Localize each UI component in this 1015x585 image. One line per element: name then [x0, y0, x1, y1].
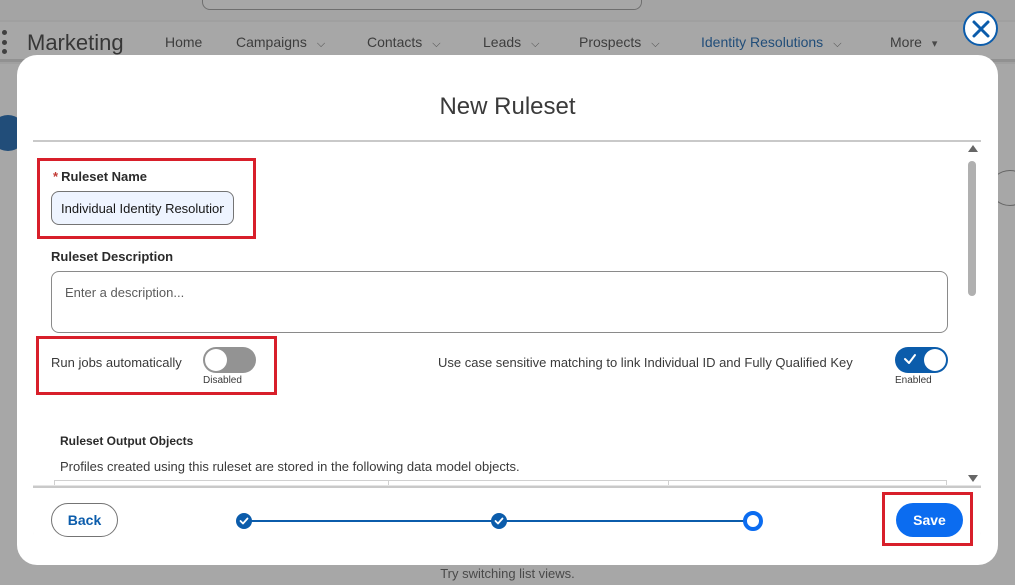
case-sensitive-label: Use case sensitive matching to link Indi… — [438, 355, 853, 370]
scroll-thumb[interactable] — [968, 161, 976, 296]
scroll-down-arrow-icon[interactable] — [968, 475, 978, 482]
ruleset-description-label: Ruleset Description — [51, 249, 174, 264]
output-objects-title: Ruleset Output Objects — [60, 434, 194, 448]
ruleset-name-input[interactable] — [51, 191, 234, 225]
run-jobs-toggle[interactable] — [203, 347, 256, 373]
new-ruleset-modal: New Ruleset *Ruleset Name Ruleset Descri… — [17, 55, 998, 565]
scroll-up-arrow-icon[interactable] — [968, 145, 978, 152]
close-icon — [972, 20, 989, 37]
check-icon — [239, 517, 249, 525]
ruleset-name-label-text: Ruleset Name — [61, 169, 148, 184]
toggle-knob — [924, 349, 946, 371]
required-mark: * — [53, 169, 59, 184]
progress-step-complete — [236, 513, 252, 529]
progress-step-current — [743, 511, 763, 531]
modal-title: New Ruleset — [439, 93, 576, 120]
ruleset-name-label: * Ruleset Name — [53, 169, 147, 184]
modal-footer: Back Save — [33, 486, 981, 550]
case-sensitive-toggle[interactable] — [895, 347, 948, 373]
run-jobs-state: Disabled — [203, 375, 242, 386]
modal-scrollbar[interactable] — [966, 145, 980, 485]
run-jobs-label: Run jobs automatically — [51, 355, 182, 370]
check-icon — [904, 354, 916, 364]
progress-step-complete — [491, 513, 507, 529]
progress-line — [251, 520, 506, 522]
output-objects-description: Profiles created using this ruleset are … — [60, 459, 520, 474]
ruleset-description-input[interactable] — [51, 271, 948, 333]
save-button[interactable]: Save — [896, 503, 963, 537]
toggle-knob — [205, 349, 227, 371]
close-modal-button[interactable] — [963, 11, 998, 46]
back-button[interactable]: Back — [51, 503, 118, 537]
case-sensitive-state: Enabled — [895, 375, 932, 386]
header-divider — [33, 140, 981, 142]
check-icon — [494, 517, 504, 525]
progress-line — [506, 520, 759, 522]
